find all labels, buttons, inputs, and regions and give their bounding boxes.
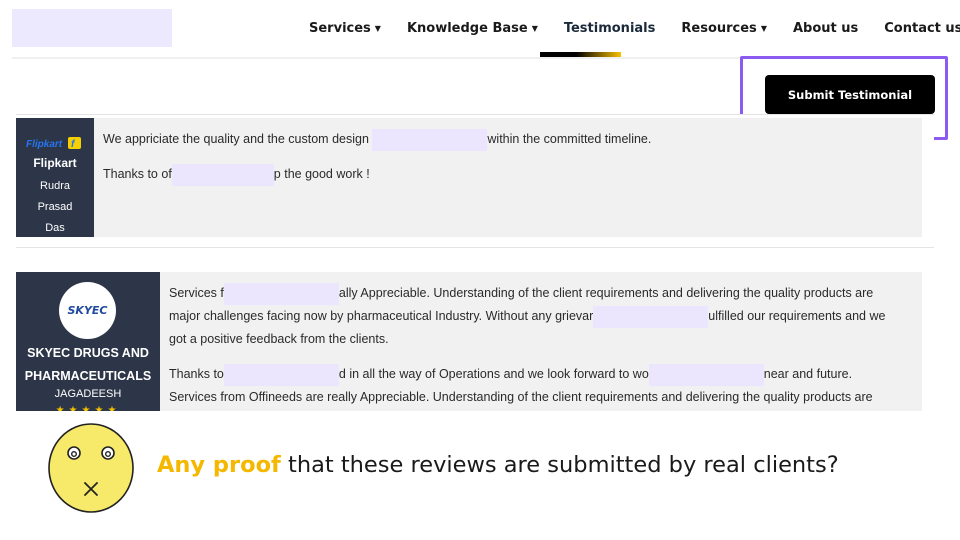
- flipkart-logo-text: Flipkart: [26, 139, 63, 150]
- testimonial-author-panel: Flipkart f Flipkart Rudra Prasad Das: [16, 118, 94, 237]
- author-name: JAGADEESH: [54, 388, 122, 400]
- chevron-down-icon: ▼: [374, 23, 381, 33]
- company-name: Flipkart: [33, 156, 77, 170]
- redacted-text: [171, 163, 274, 186]
- nav-services[interactable]: Services ▼: [309, 21, 381, 36]
- site-logo[interactable]: [12, 9, 172, 47]
- rating-stars: ★★★★★: [55, 405, 121, 411]
- testimonial-author-panel: SKYEC SKYEC DRUGS AND PHARMACEUTICALS JA…: [16, 272, 160, 411]
- company-name-line: PHARMACEUTICALS: [24, 369, 152, 383]
- author-name-line: Das: [45, 222, 65, 234]
- author-name-line: Rudra: [40, 180, 70, 192]
- caption-question: Any proof that these reviews are submitt…: [157, 452, 839, 478]
- chevron-down-icon: ▼: [531, 23, 538, 33]
- testimonial-line: Services from Offineeds are really Appre…: [169, 390, 873, 404]
- redacted-text: [593, 305, 709, 328]
- nav-resources[interactable]: Resources ▼: [681, 21, 767, 36]
- nav-contact-us[interactable]: Contact us: [884, 21, 960, 36]
- nav-about-us-label: About us: [792, 20, 859, 36]
- main-nav: Services ▼ Knowledge Base ▼ Testimonials R…: [296, 18, 960, 38]
- chevron-down-icon: ▼: [760, 23, 767, 33]
- testimonial-card: SKYEC SKYEC DRUGS AND PHARMACEUTICALS JA…: [16, 247, 934, 411]
- skyec-logo-text: SKYEC: [67, 304, 108, 317]
- testimonial-line: major challenges facing now by pharmaceu…: [169, 305, 913, 328]
- nav-knowledge-base[interactable]: Knowledge Base ▼: [407, 21, 538, 36]
- testimonial-line: Thanks to of p the good work !: [103, 163, 913, 186]
- author-name-line: Prasad: [37, 201, 73, 213]
- testimonial-text: Services f ally Appreciable. Understandin…: [160, 272, 922, 411]
- testimonial-line: Services f ally Appreciable. Understandin…: [169, 282, 913, 305]
- redacted-text: [223, 282, 339, 305]
- nav-knowledge-base-label: Knowledge Base: [406, 20, 528, 36]
- author-name: Rudra Prasad Das: [16, 176, 94, 239]
- confused-face-icon: [48, 423, 134, 513]
- testimonial-line: We appriciate the quality and the custom…: [103, 128, 913, 151]
- flipkart-logo: Flipkart f: [26, 137, 81, 150]
- redacted-text: [223, 363, 339, 386]
- company-name: SKYEC DRUGS AND PHARMACEUTICALS: [16, 342, 160, 388]
- redacted-text: [648, 363, 764, 386]
- nav-contact-us-label: Contact us: [884, 20, 960, 36]
- nav-testimonials[interactable]: Testimonials: [564, 21, 656, 36]
- testimonial-card: Flipkart f Flipkart Rudra Prasad Das We …: [16, 114, 934, 237]
- nav-about-us[interactable]: About us: [793, 21, 858, 36]
- testimonial-line: Thanks to d in all the way of Operations …: [169, 363, 913, 386]
- redacted-text: [372, 128, 488, 151]
- skyec-logo: SKYEC: [59, 282, 116, 339]
- caption-highlight: Any proof: [157, 452, 281, 478]
- testimonial-line: got a positive feedback from the clients…: [169, 332, 389, 346]
- testimonial-text: We appriciate the quality and the custom…: [94, 118, 922, 237]
- caption-rest: that these reviews are submitted by real…: [280, 452, 839, 478]
- nav-testimonials-label: Testimonials: [563, 20, 656, 36]
- nav-services-label: Services: [309, 20, 371, 36]
- nav-resources-label: Resources: [681, 20, 757, 36]
- company-name-line: SKYEC DRUGS AND: [27, 346, 149, 360]
